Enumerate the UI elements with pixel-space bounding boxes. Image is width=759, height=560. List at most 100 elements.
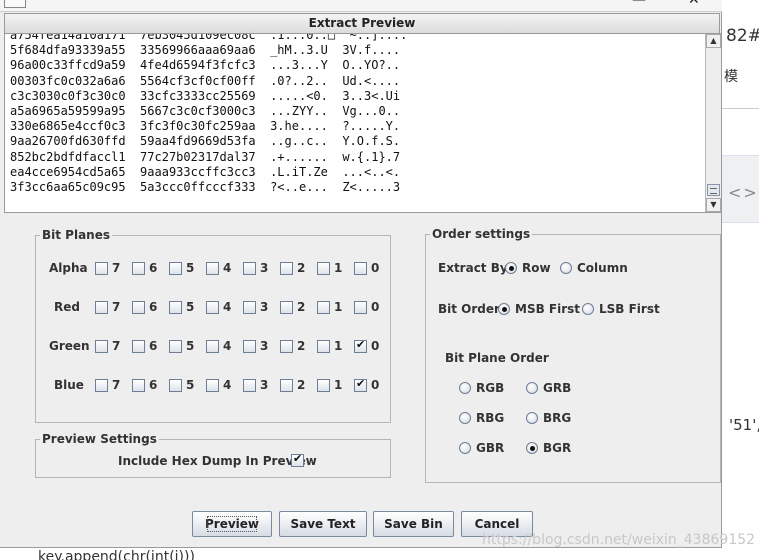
checkbox-green-bit-7[interactable] [95, 340, 108, 353]
plane-order-rbg-radio[interactable] [459, 412, 471, 424]
preview-settings-title: Preview Settings [40, 432, 159, 446]
bit-label-1: 1 [334, 300, 343, 314]
msb-first-radio[interactable] [498, 303, 510, 315]
bit-plane-row-label-red: Red [54, 300, 80, 314]
plane-order-brg-radio[interactable] [526, 412, 538, 424]
checkbox-red-bit-3[interactable] [243, 301, 256, 314]
bit-plane-row-label-green: Green [49, 339, 90, 353]
extract-by-row-label: Row [522, 261, 551, 275]
hex-dump-checkbox[interactable] [291, 452, 304, 467]
checkbox-red-bit-7[interactable] [95, 301, 108, 314]
plane-order-grb-radio[interactable] [526, 382, 538, 394]
checkbox-green-bit-3[interactable] [243, 340, 256, 353]
msb-first-label: MSB First [515, 302, 581, 316]
bit-label-6: 6 [149, 339, 158, 353]
bit-order-label: Bit Order [438, 302, 500, 316]
bit-label-4: 4 [223, 300, 232, 314]
checkbox-green-bit-2[interactable] [280, 340, 293, 353]
scroll-thumb[interactable] [707, 184, 720, 196]
checkbox-alpha-bit-7[interactable] [95, 262, 108, 275]
plane-order-gbr-radio[interactable] [459, 442, 471, 454]
preview-settings-group: Preview Settings Include Hex Dump In Pre… [35, 432, 391, 478]
bit-label-0: 0 [371, 300, 380, 314]
preview-line: 3f3cc6aa65c09c95 5a3ccc0ffcccf333 ?<..e.… [10, 180, 401, 195]
scroll-down-icon[interactable]: ▼ [706, 198, 721, 212]
bit-label-6: 6 [149, 261, 158, 275]
app-icon [4, 0, 26, 8]
checkbox-blue-bit-7[interactable] [95, 379, 108, 392]
bit-label-5: 5 [186, 261, 195, 275]
background-text-right: '51', [729, 416, 759, 434]
bit-planes-title: Bit Planes [40, 228, 113, 242]
checkbox-green-bit-6[interactable] [132, 340, 145, 353]
extract-by-row-radio[interactable] [505, 262, 517, 274]
bit-label-7: 7 [112, 378, 121, 392]
preview-scrollbar[interactable]: ▲ ▼ [705, 34, 721, 212]
bit-label-1: 1 [334, 378, 343, 392]
checkbox-alpha-bit-0[interactable] [354, 262, 367, 275]
lsb-first-label: LSB First [599, 302, 660, 316]
checkbox-red-bit-0[interactable] [354, 301, 367, 314]
minimize-icon[interactable]: — [632, 0, 646, 8]
bit-label-2: 2 [297, 300, 306, 314]
checkbox-alpha-bit-6[interactable] [132, 262, 145, 275]
bit-label-3: 3 [260, 378, 269, 392]
bit-label-7: 7 [112, 261, 121, 275]
lsb-first-radio[interactable] [582, 303, 594, 315]
checkbox-green-bit-1[interactable] [317, 340, 330, 353]
checkbox-alpha-bit-2[interactable] [280, 262, 293, 275]
checkbox-red-bit-6[interactable] [132, 301, 145, 314]
checkbox-green-bit-5[interactable] [169, 340, 182, 353]
checkbox-blue-bit-0[interactable] [354, 377, 367, 392]
preview-button[interactable]: Preview [192, 511, 272, 537]
save-bin-button[interactable]: Save Bin [373, 511, 454, 537]
preview-line: 00303fc0c032a6a6 5564cf3cf0cf00ff .0?..2… [10, 73, 401, 88]
plane-order-rgb-label: RGB [476, 381, 505, 395]
preview-line: ea4cce6954cd5a65 9aaa933ccffc3cc3 .L.iT.… [10, 164, 401, 179]
order-settings-title: Order settings [430, 227, 533, 241]
preview-line: 5f684dfa93339a55 33569966aaa69aa6 _hM..3… [10, 43, 401, 58]
checkbox-green-bit-4[interactable] [206, 340, 219, 353]
extract-dialog: — ✕ Extract Preview a754fea14a10a171 7eb… [0, 0, 722, 548]
bit-label-2: 2 [297, 378, 306, 392]
preview-line: a5a6965a59599a95 5667c3c0cf3000c3 ...ZYY… [10, 104, 401, 119]
checkbox-red-bit-5[interactable] [169, 301, 182, 314]
checkbox-alpha-bit-1[interactable] [317, 262, 330, 275]
bit-label-1: 1 [334, 339, 343, 353]
background-code-line: key.append(chr(int(i))) [38, 549, 195, 560]
plane-order-grb-label: GRB [543, 381, 572, 395]
bit-label-0: 0 [371, 339, 380, 353]
cancel-button-label: Cancel [474, 517, 520, 531]
plane-order-rgb-radio[interactable] [459, 382, 471, 394]
checkbox-green-bit-0[interactable] [354, 338, 367, 353]
preview-line: 852bc2bdfdfaccl1 77c27b02317dal37 .+....… [10, 149, 401, 164]
preview-line: 96a00c33ffcd9a59 4fe4d6594f3fcfc3 ...3..… [10, 58, 401, 73]
preview-line: 9aa26700fd630ffd 59aa4fd9669d53fa ..g..c… [10, 134, 401, 149]
bit-label-4: 4 [223, 261, 232, 275]
checkbox-blue-bit-2[interactable] [280, 379, 293, 392]
background-divider [722, 108, 759, 109]
bit-label-7: 7 [112, 300, 121, 314]
checkbox-red-bit-2[interactable] [280, 301, 293, 314]
bit-label-2: 2 [297, 339, 306, 353]
checkbox-blue-bit-4[interactable] [206, 379, 219, 392]
checkbox-alpha-bit-5[interactable] [169, 262, 182, 275]
checkbox-blue-bit-6[interactable] [132, 379, 145, 392]
checkbox-blue-bit-5[interactable] [169, 379, 182, 392]
bit-label-6: 6 [149, 378, 158, 392]
checkbox-blue-bit-1[interactable] [317, 379, 330, 392]
extract-by-column-radio[interactable] [560, 262, 572, 274]
checkbox-red-bit-1[interactable] [317, 301, 330, 314]
bit-plane-row-label-blue: Blue [54, 378, 84, 392]
checkbox-alpha-bit-4[interactable] [206, 262, 219, 275]
checkbox-blue-bit-3[interactable] [243, 379, 256, 392]
plane-order-bgr-radio[interactable] [526, 442, 538, 454]
preview-text-area[interactable]: a754fea14a10a171 7eb3045d109ec08c .1...0… [4, 33, 722, 213]
bit-label-6: 6 [149, 300, 158, 314]
scroll-up-icon[interactable]: ▲ [706, 34, 721, 48]
close-icon[interactable]: ✕ [688, 0, 700, 8]
checkbox-alpha-bit-3[interactable] [243, 262, 256, 275]
save-text-button[interactable]: Save Text [279, 511, 367, 537]
checkbox-red-bit-4[interactable] [206, 301, 219, 314]
extract-by-column-label: Column [577, 261, 628, 275]
